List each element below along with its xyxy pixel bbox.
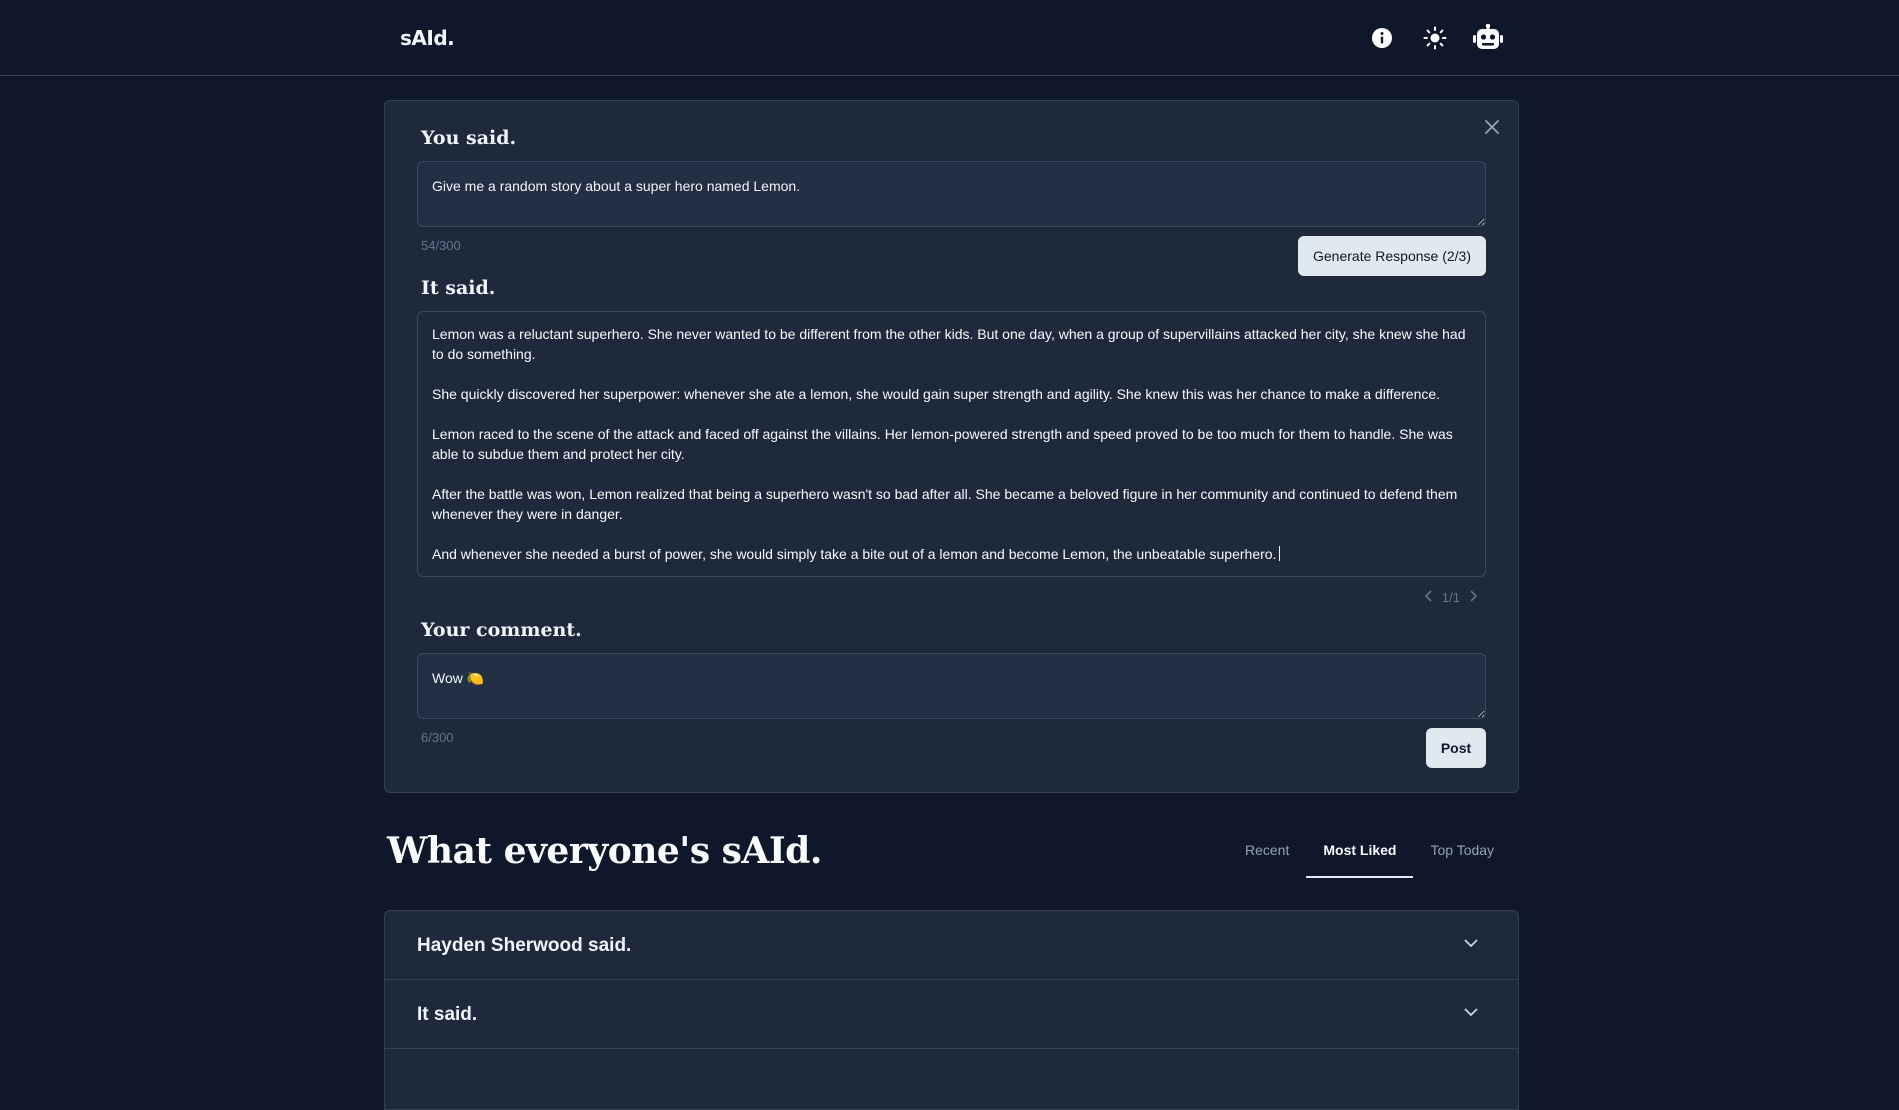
tab-top-today[interactable]: Top Today	[1413, 828, 1511, 878]
chevron-right-icon[interactable]	[1468, 589, 1478, 605]
response-output: Lemon was a reluctant superhero. She nev…	[417, 311, 1486, 577]
robot-icon[interactable]	[1472, 22, 1504, 54]
post-button[interactable]: Post	[1426, 728, 1486, 768]
app-logo[interactable]: sAId.	[400, 26, 455, 50]
accordion-item[interactable]: It said.	[385, 980, 1518, 1049]
response-paragraph: Lemon was a reluctant superhero. She nev…	[432, 326, 1466, 362]
top-bar: sAId.	[0, 0, 1899, 76]
comment-char-counter: 6/300	[421, 730, 454, 745]
response-paragraph: Lemon raced to the scene of the attack a…	[432, 426, 1453, 462]
chevron-down-icon	[1464, 1004, 1478, 1022]
chevron-left-icon[interactable]	[1424, 589, 1434, 605]
prompt-char-counter: 54/300	[421, 238, 461, 253]
response-pager: 1/1	[1424, 589, 1478, 605]
generate-response-button[interactable]: Generate Response (2/3)	[1298, 236, 1486, 276]
response-paragraph: She quickly discovered her superpower: w…	[432, 386, 1441, 402]
you-said-title: You said.	[421, 127, 517, 149]
accordion-item-label: It said.	[417, 1004, 478, 1025]
close-button[interactable]	[1480, 115, 1504, 139]
tab-most-liked[interactable]: Most Liked	[1306, 828, 1414, 878]
close-icon	[1485, 120, 1499, 134]
response-paragraph-last: And whenever she needed a burst of power…	[432, 544, 1471, 564]
accordion-item-label: Hayden Sherwood said.	[417, 935, 632, 956]
tab-recent[interactable]: Recent	[1228, 828, 1306, 878]
comment-input[interactable]	[417, 653, 1486, 719]
info-icon[interactable]	[1366, 22, 1398, 54]
feed-title: What everyone's sAId.	[387, 830, 822, 872]
feed-accordion: Hayden Sherwood said. It said.	[384, 910, 1519, 1110]
it-said-title: It said.	[421, 277, 496, 299]
response-paragraph: And whenever she needed a burst of power…	[432, 546, 1277, 562]
composer-card: You said. 54/300 Generate Response (2/3)…	[384, 100, 1519, 793]
pager-text: 1/1	[1441, 589, 1460, 605]
chevron-down-icon	[1464, 935, 1478, 953]
feed-tabs: Recent Most Liked Top Today	[1228, 828, 1511, 878]
accordion-item[interactable]: Hayden Sherwood said.	[385, 911, 1518, 980]
response-paragraph: After the battle was won, Lemon realized…	[432, 486, 1458, 522]
your-comment-title: Your comment.	[421, 619, 582, 641]
text-caret	[1279, 546, 1281, 561]
sun-icon[interactable]	[1419, 22, 1451, 54]
prompt-input[interactable]	[417, 161, 1486, 227]
